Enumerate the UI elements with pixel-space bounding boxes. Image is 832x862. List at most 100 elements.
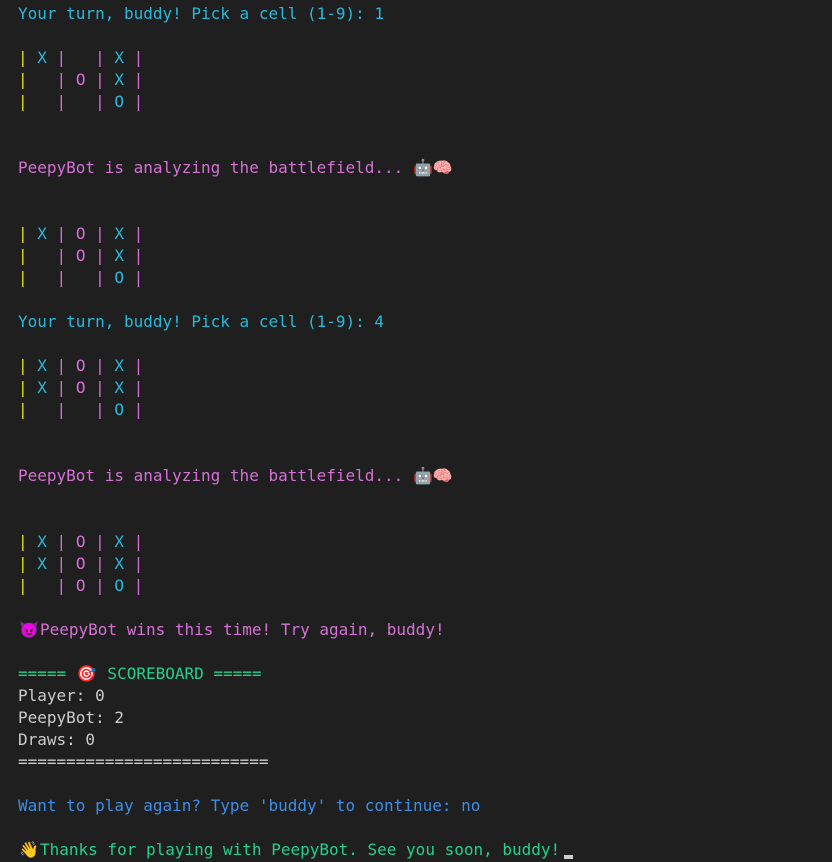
board-row: | | O | X | <box>18 69 143 91</box>
board-divider: | <box>95 400 105 419</box>
board-divider: | <box>18 356 28 375</box>
board-row: | X | O | X | <box>18 355 143 377</box>
board-cell <box>66 92 95 111</box>
board-divider: | <box>133 246 144 265</box>
board-divider: | <box>133 70 144 89</box>
board-divider: | <box>18 70 28 89</box>
board-divider: | <box>18 92 28 111</box>
board-divider: | <box>95 70 105 89</box>
board-divider: | <box>18 378 28 397</box>
board-divider: | <box>18 246 28 265</box>
board-cell: X <box>104 70 134 89</box>
board-cell: X <box>27 224 57 243</box>
board-cell <box>28 92 57 111</box>
goodbye-line: 👋Thanks for playing with PeepyBot. See y… <box>18 839 574 861</box>
score-bot: PeepyBot: 2 <box>18 708 124 727</box>
board-cell <box>28 70 57 89</box>
win-message: PeepyBot wins this time! Try again, budd… <box>40 620 445 639</box>
board-divider: | <box>56 246 67 265</box>
board-divider: | <box>18 532 28 551</box>
board-cell: O <box>66 378 96 397</box>
bot-thinking-text: PeepyBot is analyzing the battlefield... <box>18 158 413 177</box>
board-row: | | O | X | <box>18 245 143 267</box>
board-cell <box>28 268 57 287</box>
robot-brain-icon: 🤖🧠 <box>412 158 453 177</box>
scoreboard-header: ===== 🎯 SCOREBOARD ===== <box>18 663 262 685</box>
play-again-input: no <box>461 796 481 815</box>
board-divider: | <box>133 576 144 595</box>
turn-input-value: 1 <box>374 4 385 23</box>
board-divider: | <box>95 378 105 397</box>
board-divider: | <box>95 224 105 243</box>
turn-input-value: 4 <box>374 312 385 331</box>
board-divider: | <box>133 400 144 419</box>
board-divider: | <box>56 378 67 397</box>
board-cell: O <box>104 268 134 287</box>
board-divider: | <box>133 532 144 551</box>
board-cell: X <box>104 246 134 265</box>
board-row: | X | O | X | <box>18 377 143 399</box>
board-cell: O <box>104 576 134 595</box>
board-cell: X <box>27 554 57 573</box>
turn-prompt-1: Your turn, buddy! Pick a cell (1-9): 1 <box>18 3 384 25</box>
board-cell <box>66 268 95 287</box>
board-divider: | <box>95 92 105 111</box>
bot-thinking-2: PeepyBot is analyzing the battlefield...… <box>18 465 453 487</box>
board-cell: X <box>27 48 57 67</box>
board-divider: | <box>56 48 67 67</box>
board-divider: | <box>95 48 105 67</box>
target-icon: 🎯 <box>76 664 97 683</box>
board-divider: | <box>18 400 28 419</box>
board-cell: O <box>66 70 96 89</box>
board-row: | | | O | <box>18 267 143 289</box>
board-divider: | <box>18 554 28 573</box>
board-row: | X | O | X | <box>18 553 143 575</box>
bot-thinking-text: PeepyBot is analyzing the battlefield... <box>18 466 413 485</box>
board-cell: O <box>104 400 134 419</box>
devil-icon: 😈 <box>19 620 39 639</box>
scoreboard-title: SCOREBOARD ===== <box>97 664 262 683</box>
board-cell: X <box>104 224 134 243</box>
board-cell: X <box>104 378 134 397</box>
board-divider: | <box>56 356 67 375</box>
board-divider: | <box>56 532 67 551</box>
terminal-cursor[interactable] <box>564 855 574 859</box>
board-divider: | <box>56 554 67 573</box>
board-row: | X | O | X | <box>18 531 143 553</box>
play-again-prompt: Want to play again? Type 'buddy' to cont… <box>18 795 480 817</box>
board-divider: | <box>95 356 105 375</box>
board-cell: O <box>104 92 134 111</box>
board-cell <box>28 400 57 419</box>
board-cell: X <box>27 356 57 375</box>
board-cell: X <box>27 532 57 551</box>
board-divider: | <box>56 70 67 89</box>
board-divider: | <box>95 554 105 573</box>
board-divider: | <box>133 554 144 573</box>
board-divider: | <box>133 224 144 243</box>
board-divider: | <box>133 48 144 67</box>
board-divider: | <box>95 576 105 595</box>
win-message-line: 😈PeepyBot wins this time! Try again, bud… <box>18 619 445 641</box>
board-divider: | <box>133 268 144 287</box>
bot-thinking-1: PeepyBot is analyzing the battlefield...… <box>18 157 453 179</box>
board-cell <box>28 246 57 265</box>
board-divider: | <box>95 532 105 551</box>
board-divider: | <box>56 224 67 243</box>
board-divider: | <box>133 356 144 375</box>
board-divider: | <box>95 246 105 265</box>
board-divider: | <box>56 576 67 595</box>
board-cell: O <box>66 224 96 243</box>
turn-prompt-text: Your turn, buddy! Pick a cell (1-9): <box>18 312 375 331</box>
robot-brain-icon: 🤖🧠 <box>412 466 453 485</box>
board-cell: X <box>104 554 134 573</box>
board-divider: | <box>56 268 67 287</box>
play-again-text: Want to play again? Type 'buddy' to cont… <box>18 796 462 815</box>
board-cell: X <box>104 48 134 67</box>
goodbye-message: Thanks for playing with PeepyBot. See yo… <box>40 840 561 859</box>
board-row: | | O | O | <box>18 575 143 597</box>
score-draws: Draws: 0 <box>18 730 96 749</box>
board-divider: | <box>18 268 28 287</box>
board-divider: | <box>95 268 105 287</box>
board-cell <box>66 400 95 419</box>
board-row: | X | | X | <box>18 47 143 69</box>
